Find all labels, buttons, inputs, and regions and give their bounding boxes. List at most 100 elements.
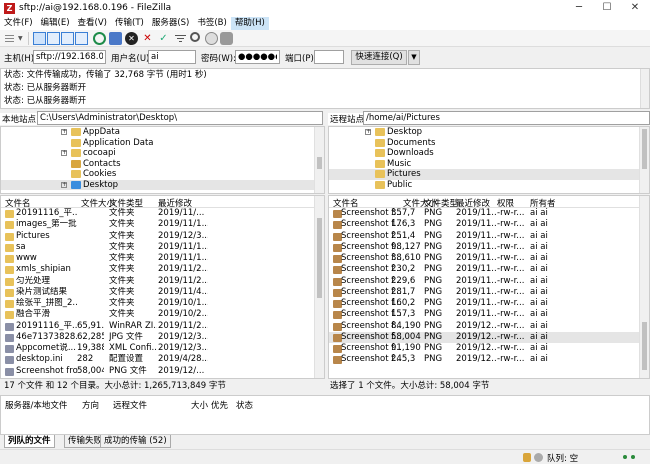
file-row[interactable]: desktop.ini 282 配置设置 2019/4/28...: [1, 354, 324, 365]
tree-node-cookies[interactable]: Cookies: [1, 169, 324, 180]
local-list-scrollbar[interactable]: [314, 196, 324, 378]
filter-icon[interactable]: [174, 32, 187, 45]
expand-icon[interactable]: +: [61, 129, 67, 135]
close-button[interactable]: ✕: [622, 1, 648, 15]
file-row[interactable]: Screenshot f... 98,127 PNG 2019/11... -rw-r.…: [329, 242, 649, 253]
remote-directory-tree[interactable]: + Desktop Documents Downloads Music Pict…: [328, 126, 650, 194]
tab-successful-transfers[interactable]: 成功的传输 (52): [100, 435, 171, 448]
tree-node-pictures[interactable]: Pictures: [329, 169, 649, 180]
file-row[interactable]: Screenshot f... 157,3 PNG 2019/11... -rw-r..…: [329, 309, 649, 320]
file-row[interactable]: 20191116_平... 文件夹 2019/11/...: [1, 208, 324, 219]
file-row[interactable]: Pictures 文件夹 2019/12/3...: [1, 231, 324, 242]
local-tree-scrollbar[interactable]: [314, 127, 324, 193]
tree-node-cocoapi[interactable]: + cocoapi: [1, 148, 324, 159]
file-row[interactable]: sa 文件夹 2019/11/1...: [1, 242, 324, 253]
queue-col-status[interactable]: 状态: [236, 399, 253, 411]
tree-node-desktop[interactable]: + Desktop: [1, 179, 324, 190]
file-row[interactable]: Screenshot f... 38,610 PNG 2019/11... -rw-r.…: [329, 253, 649, 264]
file-row[interactable]: xmls_shipian 文件夹 2019/11/2...: [1, 264, 324, 275]
toggle-local-tree-icon[interactable]: [47, 32, 60, 45]
reconnect-icon[interactable]: ✓: [157, 32, 170, 45]
quickconnect-button[interactable]: 快速连接(Q): [351, 50, 407, 65]
menu-file[interactable]: 文件(F): [0, 17, 37, 30]
tree-node-appdata[interactable]: + AppData: [1, 127, 324, 138]
site-manager-icon[interactable]: [3, 32, 16, 45]
menu-bookmarks[interactable]: 书签(B): [193, 17, 230, 30]
menu-help[interactable]: 帮助(H): [230, 17, 269, 30]
username-input[interactable]: [148, 50, 196, 64]
maximize-button[interactable]: ☐: [594, 1, 620, 15]
compare-icon[interactable]: [205, 32, 218, 45]
refresh-icon[interactable]: [93, 32, 106, 45]
tree-node-public[interactable]: Public: [329, 180, 649, 191]
file-row[interactable]: Screenshot f... 229,6 PNG 2019/11... -rw-r..…: [329, 276, 649, 287]
host-input[interactable]: [33, 50, 106, 64]
toggle-remote-tree-icon[interactable]: [61, 32, 74, 45]
message-log[interactable]: 状态: 文件传输成功，传输了 32,768 字节 (用时1 秒) 状态: 已从服…: [0, 68, 650, 109]
file-row[interactable]: 染片测试结果 文件夹 2019/11/4...: [1, 287, 324, 298]
queue-col-direction[interactable]: 方向: [82, 399, 99, 411]
tab-queued-files[interactable]: 列队的文件: [4, 435, 55, 448]
remote-path-input[interactable]: /home/ai/Pictures: [363, 111, 650, 125]
file-row[interactable]: www 文件夹 2019/11/1...: [1, 253, 324, 264]
menu-transfer[interactable]: 传输(T): [111, 17, 148, 30]
file-row[interactable]: 融合平滑 文件夹 2019/10/2...: [1, 309, 324, 320]
tree-node-application-data[interactable]: Application Data: [1, 138, 324, 149]
expand-icon[interactable]: +: [365, 129, 371, 135]
password-input[interactable]: [235, 50, 280, 64]
tree-node-documents[interactable]: Documents: [329, 138, 649, 149]
remote-file-list[interactable]: 文件名 文件大小 文件类型 最近修改 权限 所有者 Screenshot f..…: [328, 195, 650, 379]
local-path-input[interactable]: C:\Users\Administrator\Desktop\: [37, 111, 323, 125]
queue-col-remote-file[interactable]: 远程文件: [113, 399, 147, 411]
scrollbar-thumb[interactable]: [642, 322, 647, 370]
minimize-button[interactable]: ─: [566, 1, 592, 15]
remote-list-scrollbar[interactable]: [639, 196, 649, 378]
toggle-queue-icon[interactable]: [75, 32, 88, 45]
scrollbar-thumb[interactable]: [642, 129, 647, 169]
file-row[interactable]: Screenshot f... 160,2 PNG 2019/11... -rw-r..…: [329, 298, 649, 309]
file-row[interactable]: 匀光处理 文件夹 2019/11/2...: [1, 276, 324, 287]
tree-node-downloads[interactable]: Downloads: [329, 148, 649, 159]
transfer-queue[interactable]: 服务器/本地文件 方向 远程文件 大小 优先 状态: [0, 395, 650, 435]
local-file-list[interactable]: 文件名 文件大小 文件类型 最近修改 20191116_平... 文件夹 2019/…: [0, 195, 325, 379]
file-row[interactable]: Screenshot f... 84,190 PNG 2019/12... -rw-r.…: [329, 321, 649, 332]
binoculars-icon[interactable]: [220, 32, 233, 45]
file-row[interactable]: Screenshot fro...58,004 PNG 文件 2019/12/...: [1, 366, 324, 377]
file-row[interactable]: Screenshot f... 251,4 PNG 2019/11... -rw-r..…: [329, 231, 649, 242]
queue-col-server-local[interactable]: 服务器/本地文件: [5, 399, 67, 411]
file-row[interactable]: Appcomet说... 19,388 XML Confi... 2019/12/3.…: [1, 343, 324, 354]
file-row[interactable]: Screenshot f... 230,2 PNG 2019/11... -rw-r..…: [329, 264, 649, 275]
file-row[interactable]: Screenshot f... 58,004 PNG 2019/12... -rw-r.…: [329, 331, 649, 343]
process-queue-icon[interactable]: [109, 32, 122, 45]
file-row[interactable]: 20191116_平...65,91... WinRAR ZI...2019/11…: [1, 321, 324, 332]
scrollbar-thumb[interactable]: [317, 157, 322, 169]
tree-node-contacts[interactable]: Contacts: [1, 159, 324, 170]
file-row[interactable]: 绘张平_拼图_2... 文件夹 2019/10/1...: [1, 298, 324, 309]
toggle-log-icon[interactable]: [33, 32, 46, 45]
file-row[interactable]: Screenshot f... 281,7 PNG 2019/11... -rw-r..…: [329, 287, 649, 298]
file-row[interactable]: Screenshot f... 357,7 PNG 2019/11... -rw-r..…: [329, 208, 649, 219]
queue-col-size[interactable]: 大小: [191, 399, 208, 411]
dropdown-arrow-icon[interactable]: ▼: [18, 35, 23, 42]
tree-node-music[interactable]: Music: [329, 159, 649, 170]
disconnect-icon[interactable]: ✕: [141, 32, 154, 45]
quickconnect-history-button[interactable]: ▼: [408, 50, 420, 65]
menu-edit[interactable]: 编辑(E): [37, 17, 74, 30]
file-row[interactable]: Screenshot f... 91,190 PNG 2019/12... -rw-r.…: [329, 343, 649, 354]
menu-server[interactable]: 服务器(S): [148, 17, 194, 30]
tree-node-desktop[interactable]: + Desktop: [329, 127, 649, 138]
file-row[interactable]: 46e71373828... 62,285 JPG 文件 2019/12/3...: [1, 332, 324, 343]
file-row[interactable]: images_第一批 文件夹 2019/11/1...: [1, 219, 324, 230]
file-row[interactable]: Screenshot f... 176,3 PNG 2019/11... -rw-r..…: [329, 219, 649, 230]
log-scrollbar[interactable]: [640, 69, 649, 108]
search-icon[interactable]: [190, 32, 200, 42]
file-row[interactable]: Screenshot f... 245,3 PNG 2019/12... -rw-r..…: [329, 354, 649, 365]
remote-tree-scrollbar[interactable]: [639, 127, 649, 193]
local-directory-tree[interactable]: + AppData Application Data + cocoapi Con…: [0, 126, 325, 194]
port-input[interactable]: [314, 50, 344, 64]
menu-view[interactable]: 查看(V): [74, 17, 111, 30]
cancel-icon[interactable]: ✕: [125, 32, 138, 45]
queue-col-priority[interactable]: 优先: [211, 399, 228, 411]
speed-limit-icon[interactable]: [534, 453, 543, 462]
scrollbar-thumb[interactable]: [317, 218, 322, 298]
